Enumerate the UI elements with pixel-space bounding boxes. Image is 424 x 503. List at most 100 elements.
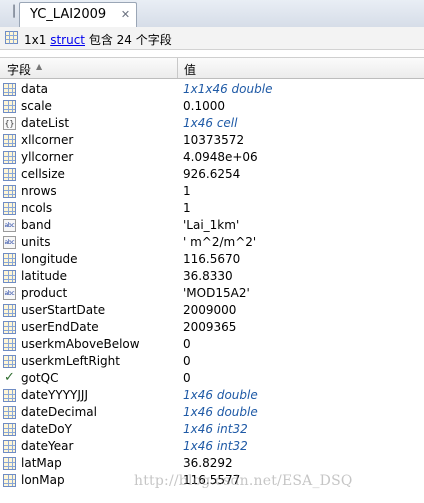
- field-row[interactable]: abc product 'MOD15A2': [0, 285, 424, 302]
- field-row[interactable]: userEndDate 2009365: [0, 319, 424, 336]
- field-name: userStartDate: [21, 303, 106, 317]
- field-name: dateDecimal: [21, 405, 97, 419]
- field-row[interactable]: latMap 36.8292: [0, 455, 424, 472]
- grid-icon: [3, 100, 16, 113]
- field-name: longitude: [21, 252, 78, 266]
- grid-icon: [3, 151, 16, 164]
- field-row[interactable]: dateDoY 1x46 int32: [0, 421, 424, 438]
- field-row[interactable]: latitude 36.8330: [0, 268, 424, 285]
- field-row[interactable]: userkmAboveBelow 0: [0, 336, 424, 353]
- field-name: dateYear: [21, 439, 74, 453]
- field-name: latitude: [21, 269, 68, 283]
- field-value: 'Lai_1km': [183, 218, 240, 232]
- grid-icon: [3, 389, 16, 402]
- field-value: 116.5670: [183, 252, 241, 266]
- grid-icon: [3, 406, 16, 419]
- field-row[interactable]: abc units ' m^2/m^2': [0, 234, 424, 251]
- header-value[interactable]: 值: [184, 61, 196, 78]
- field-value: ' m^2/m^2': [183, 235, 257, 249]
- field-value: 0: [183, 337, 191, 351]
- field-name: latMap: [21, 456, 62, 470]
- column-divider[interactable]: [177, 58, 178, 78]
- field-value[interactable]: 1x46 int32: [183, 438, 248, 455]
- field-value: 'MOD15A2': [183, 286, 250, 300]
- field-value: 10373572: [183, 133, 245, 147]
- field-value[interactable]: 1x46 double: [183, 404, 258, 421]
- grid-icon: [3, 270, 16, 283]
- tab-scroll-left-icon[interactable]: ▕: [6, 4, 16, 20]
- summary-bar: 1x1 struct 包含 24 个字段: [0, 27, 424, 50]
- field-name: dateList: [21, 116, 70, 130]
- field-value[interactable]: 1x1x46 double: [183, 81, 272, 98]
- field-row[interactable]: userkmLeftRight 0: [0, 353, 424, 370]
- field-row[interactable]: {} dateList 1x46 cell: [0, 115, 424, 132]
- grid-icon: [3, 457, 16, 470]
- field-name: product: [21, 286, 68, 300]
- field-name: units: [21, 235, 51, 249]
- field-row[interactable]: xllcorner 10373572: [0, 132, 424, 149]
- field-row[interactable]: abc band 'Lai_1km': [0, 217, 424, 234]
- tab-title: YC_LAI2009: [30, 7, 107, 22]
- watermark: http://blog.csdn.net/ESA_DSQ: [134, 473, 353, 489]
- summary-text: 1x1 struct 包含 24 个字段: [24, 31, 172, 48]
- field-name: yllcorner: [21, 150, 74, 164]
- tab-strip: ▕ YC_LAI2009 ✕: [0, 0, 424, 28]
- grid-icon: [3, 83, 16, 96]
- grid-icon: [3, 202, 16, 215]
- table-header: 字段 ▲ 值: [0, 57, 424, 79]
- check-icon: ✓: [4, 370, 15, 385]
- field-name: userkmAboveBelow: [21, 337, 140, 351]
- field-value[interactable]: 1x46 cell: [183, 115, 237, 132]
- summary-size: 1x1: [24, 33, 47, 47]
- struct-doc-link[interactable]: struct: [50, 33, 85, 47]
- field-value: 2009000: [183, 303, 237, 317]
- field-name: nrows: [21, 184, 57, 198]
- field-value: 4.0948e+06: [183, 150, 258, 164]
- field-name: userEndDate: [21, 320, 99, 334]
- field-name: scale: [21, 99, 52, 113]
- field-value: 926.6254: [183, 167, 241, 181]
- tab-variable[interactable]: YC_LAI2009 ✕: [19, 2, 137, 27]
- grid-icon: [3, 168, 16, 181]
- grid-icon: [3, 338, 16, 351]
- grid-icon: [3, 185, 16, 198]
- field-name: lonMap: [21, 473, 65, 487]
- field-name: ncols: [21, 201, 53, 215]
- field-value: 2009365: [183, 320, 237, 334]
- field-row[interactable]: dateDecimal 1x46 double: [0, 404, 424, 421]
- field-value: 0: [183, 371, 191, 385]
- field-row[interactable]: longitude 116.5670: [0, 251, 424, 268]
- char-icon: abc: [3, 236, 16, 249]
- close-icon[interactable]: ✕: [119, 8, 132, 21]
- field-name: dateYYYYJJJ: [21, 388, 88, 402]
- field-row[interactable]: ✓ gotQC 0: [0, 370, 424, 387]
- field-name: band: [21, 218, 52, 232]
- field-name: cellsize: [21, 167, 65, 181]
- header-field[interactable]: 字段: [7, 61, 31, 78]
- field-row[interactable]: cellsize 926.6254: [0, 166, 424, 183]
- field-value: 1: [183, 184, 191, 198]
- field-value[interactable]: 1x46 int32: [183, 421, 248, 438]
- field-name: userkmLeftRight: [21, 354, 120, 368]
- field-value: 36.8330: [183, 269, 233, 283]
- grid-icon: [3, 355, 16, 368]
- field-row[interactable]: ncols 1: [0, 200, 424, 217]
- field-row[interactable]: dateYYYYJJJ 1x46 double: [0, 387, 424, 404]
- field-row[interactable]: yllcorner 4.0948e+06: [0, 149, 424, 166]
- char-icon: abc: [3, 287, 16, 300]
- field-name: xllcorner: [21, 133, 74, 147]
- cell-icon: {}: [3, 117, 16, 130]
- grid-icon: [3, 423, 16, 436]
- sort-ascending-icon[interactable]: ▲: [36, 62, 42, 71]
- field-value: 1: [183, 201, 191, 215]
- field-row[interactable]: dateYear 1x46 int32: [0, 438, 424, 455]
- struct-icon: [5, 31, 18, 44]
- grid-icon: [3, 440, 16, 453]
- field-row[interactable]: data 1x1x46 double: [0, 81, 424, 98]
- field-row[interactable]: nrows 1: [0, 183, 424, 200]
- field-name: dateDoY: [21, 422, 72, 436]
- field-value[interactable]: 1x46 double: [183, 387, 258, 404]
- summary-field-count: 包含 24 个字段: [88, 33, 172, 47]
- field-row[interactable]: scale 0.1000: [0, 98, 424, 115]
- field-row[interactable]: userStartDate 2009000: [0, 302, 424, 319]
